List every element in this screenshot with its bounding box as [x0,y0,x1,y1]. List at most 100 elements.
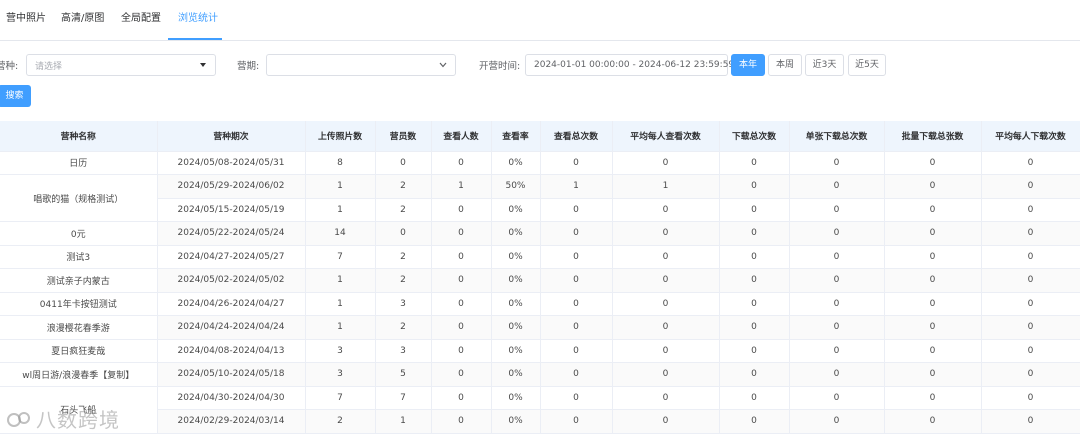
table-cell: 0 [612,268,720,293]
table-cell: 3 [305,362,376,387]
table-cell: 0 [719,292,790,316]
camp-select[interactable]: 请选择 [26,54,216,76]
table-cell: 0 [540,198,613,222]
table-cell: 0 [431,245,492,269]
table-cell: 0 [719,386,790,410]
stats-table: 营种名称 营种期次 上传照片数 营员数 查看人数 查看率 查看总次数 平均每人查看次数 下载总次… [0,121,1080,434]
table-row: 0元 2024/05/22-2024/05/24 14 0 0 0% 0 0 0 0 0 0 [0,221,1080,246]
table-cell: 2024/05/15-2024/05/19 [157,198,306,222]
camp-name-cell: 夏日疯狂麦哉 [0,339,158,363]
camp-name-cell: 0411年卡按钮测试 [0,292,158,316]
table-cell: 14 [305,221,376,246]
table-cell: 2 [375,245,432,269]
table-cell: 0 [540,292,613,316]
date-range-input[interactable]: 2024-01-01 00:00:00 - 2024-06-12 23:59:5… [525,54,734,76]
column-header: 查看率 [491,121,541,152]
column-header: 营种名称 [0,121,158,152]
table-cell: 0 [431,268,492,293]
table-cell: 7 [305,245,376,269]
table-cell: 0 [719,151,790,175]
last-3-days-button[interactable]: 近3天 [805,54,844,76]
table-cell: 0 [540,268,613,293]
table-cell: 2024/04/27-2024/05/27 [157,245,306,269]
search-button[interactable]: 搜索 [0,85,31,107]
table-cell: 0 [431,339,492,363]
period-label: 营期: [237,61,260,72]
table-cell: 2024/05/02-2024/05/02 [157,268,306,293]
table-cell: 0 [431,292,492,316]
table-cell: 0 [540,151,613,175]
table-cell: 0 [884,362,982,387]
table-cell: 0 [540,386,613,410]
table-cell: 0 [375,151,432,175]
table-cell: 0 [431,386,492,410]
this-week-button[interactable]: 本周 [768,54,802,76]
table-cell: 2024/05/10-2024/05/18 [157,362,306,387]
table-body: 日历 2024/05/08-2024/05/31 8 0 0 0% 0 0 0 0 0 0 唱歌的猫（规… [0,151,1080,434]
this-year-button[interactable]: 本年 [731,54,765,76]
table-cell: 0 [789,386,885,410]
table-row: 石头飞船 2024/04/30-2024/04/30 7 7 0 0% 0 0 0 0 0 0 [0,386,1080,434]
table-row: 2024/02/29-2024/03/14 2 1 0 0% 0 0 0 0 0 0 [0,409,1080,434]
table-cell: 0 [981,268,1080,293]
table-cell: 0 [431,362,492,387]
period-select[interactable] [266,54,456,76]
table-cell: 0 [981,315,1080,340]
tab-hd-original[interactable]: 高清/原图 [61,0,104,41]
table-cell: 0 [789,221,885,246]
table-cell: 0 [789,339,885,363]
table-cell: 0 [719,339,790,363]
caret-down-icon [200,63,206,67]
table-cell: 0 [884,339,982,363]
table-cell: 2 [375,315,432,340]
chevron-down-icon [439,62,447,68]
table-cell: 0 [719,315,790,340]
table-cell: 0 [789,409,885,434]
table-cell: 7 [305,386,376,410]
table-cell: 0 [884,245,982,269]
table-cell: 0 [789,362,885,387]
table-cell: 0% [491,315,541,340]
column-header: 平均每人下载次数 [981,121,1080,152]
table-cell: 0 [612,386,720,410]
table-cell: 1 [612,174,720,199]
tab-camp-photos[interactable]: 营中照片 [6,0,46,41]
table-cell: 0 [431,409,492,434]
table-cell: 0 [789,174,885,199]
tab-browse-stats[interactable]: 浏览统计 [178,0,218,41]
column-header: 上传照片数 [305,121,376,152]
table-cell: 0 [540,362,613,387]
table-cell: 3 [305,339,376,363]
active-tab-indicator [168,38,222,40]
table-cell: 0 [612,315,720,340]
table-cell: 8 [305,151,376,175]
table-cell: 0 [789,198,885,222]
table-cell: 0 [540,245,613,269]
table-cell: 0 [719,198,790,222]
table-cell: 0 [719,362,790,387]
table-cell: 0 [719,245,790,269]
column-header: 平均每人查看次数 [612,121,720,152]
column-header: 批量下载总张数 [884,121,982,152]
table-cell: 0 [431,315,492,340]
table-cell: 0% [491,151,541,175]
table-cell: 0 [540,315,613,340]
table-cell: 2024/05/22-2024/05/24 [157,221,306,246]
table-cell: 0 [540,339,613,363]
table-cell: 0 [719,174,790,199]
column-header: 查看总次数 [540,121,613,152]
table-cell: 2 [375,268,432,293]
table-cell: 5 [375,362,432,387]
table-cell: 0% [491,386,541,410]
table-cell: 0 [981,174,1080,199]
table-cell: 0% [491,245,541,269]
table-cell: 2 [305,409,376,434]
tab-global-config[interactable]: 全局配置 [121,0,161,41]
table-header-row: 营种名称 营种期次 上传照片数 营员数 查看人数 查看率 查看总次数 平均每人查看次数 下载总次… [0,121,1080,152]
camp-name-cell: 测试3 [0,245,158,269]
last-5-days-button[interactable]: 近5天 [848,54,886,76]
table-row: 测试3 2024/04/27-2024/05/27 7 2 0 0% 0 0 0 0 0 0 [0,245,1080,269]
table-cell: 0 [789,245,885,269]
table-cell: 0% [491,221,541,246]
table-cell: 0 [612,245,720,269]
